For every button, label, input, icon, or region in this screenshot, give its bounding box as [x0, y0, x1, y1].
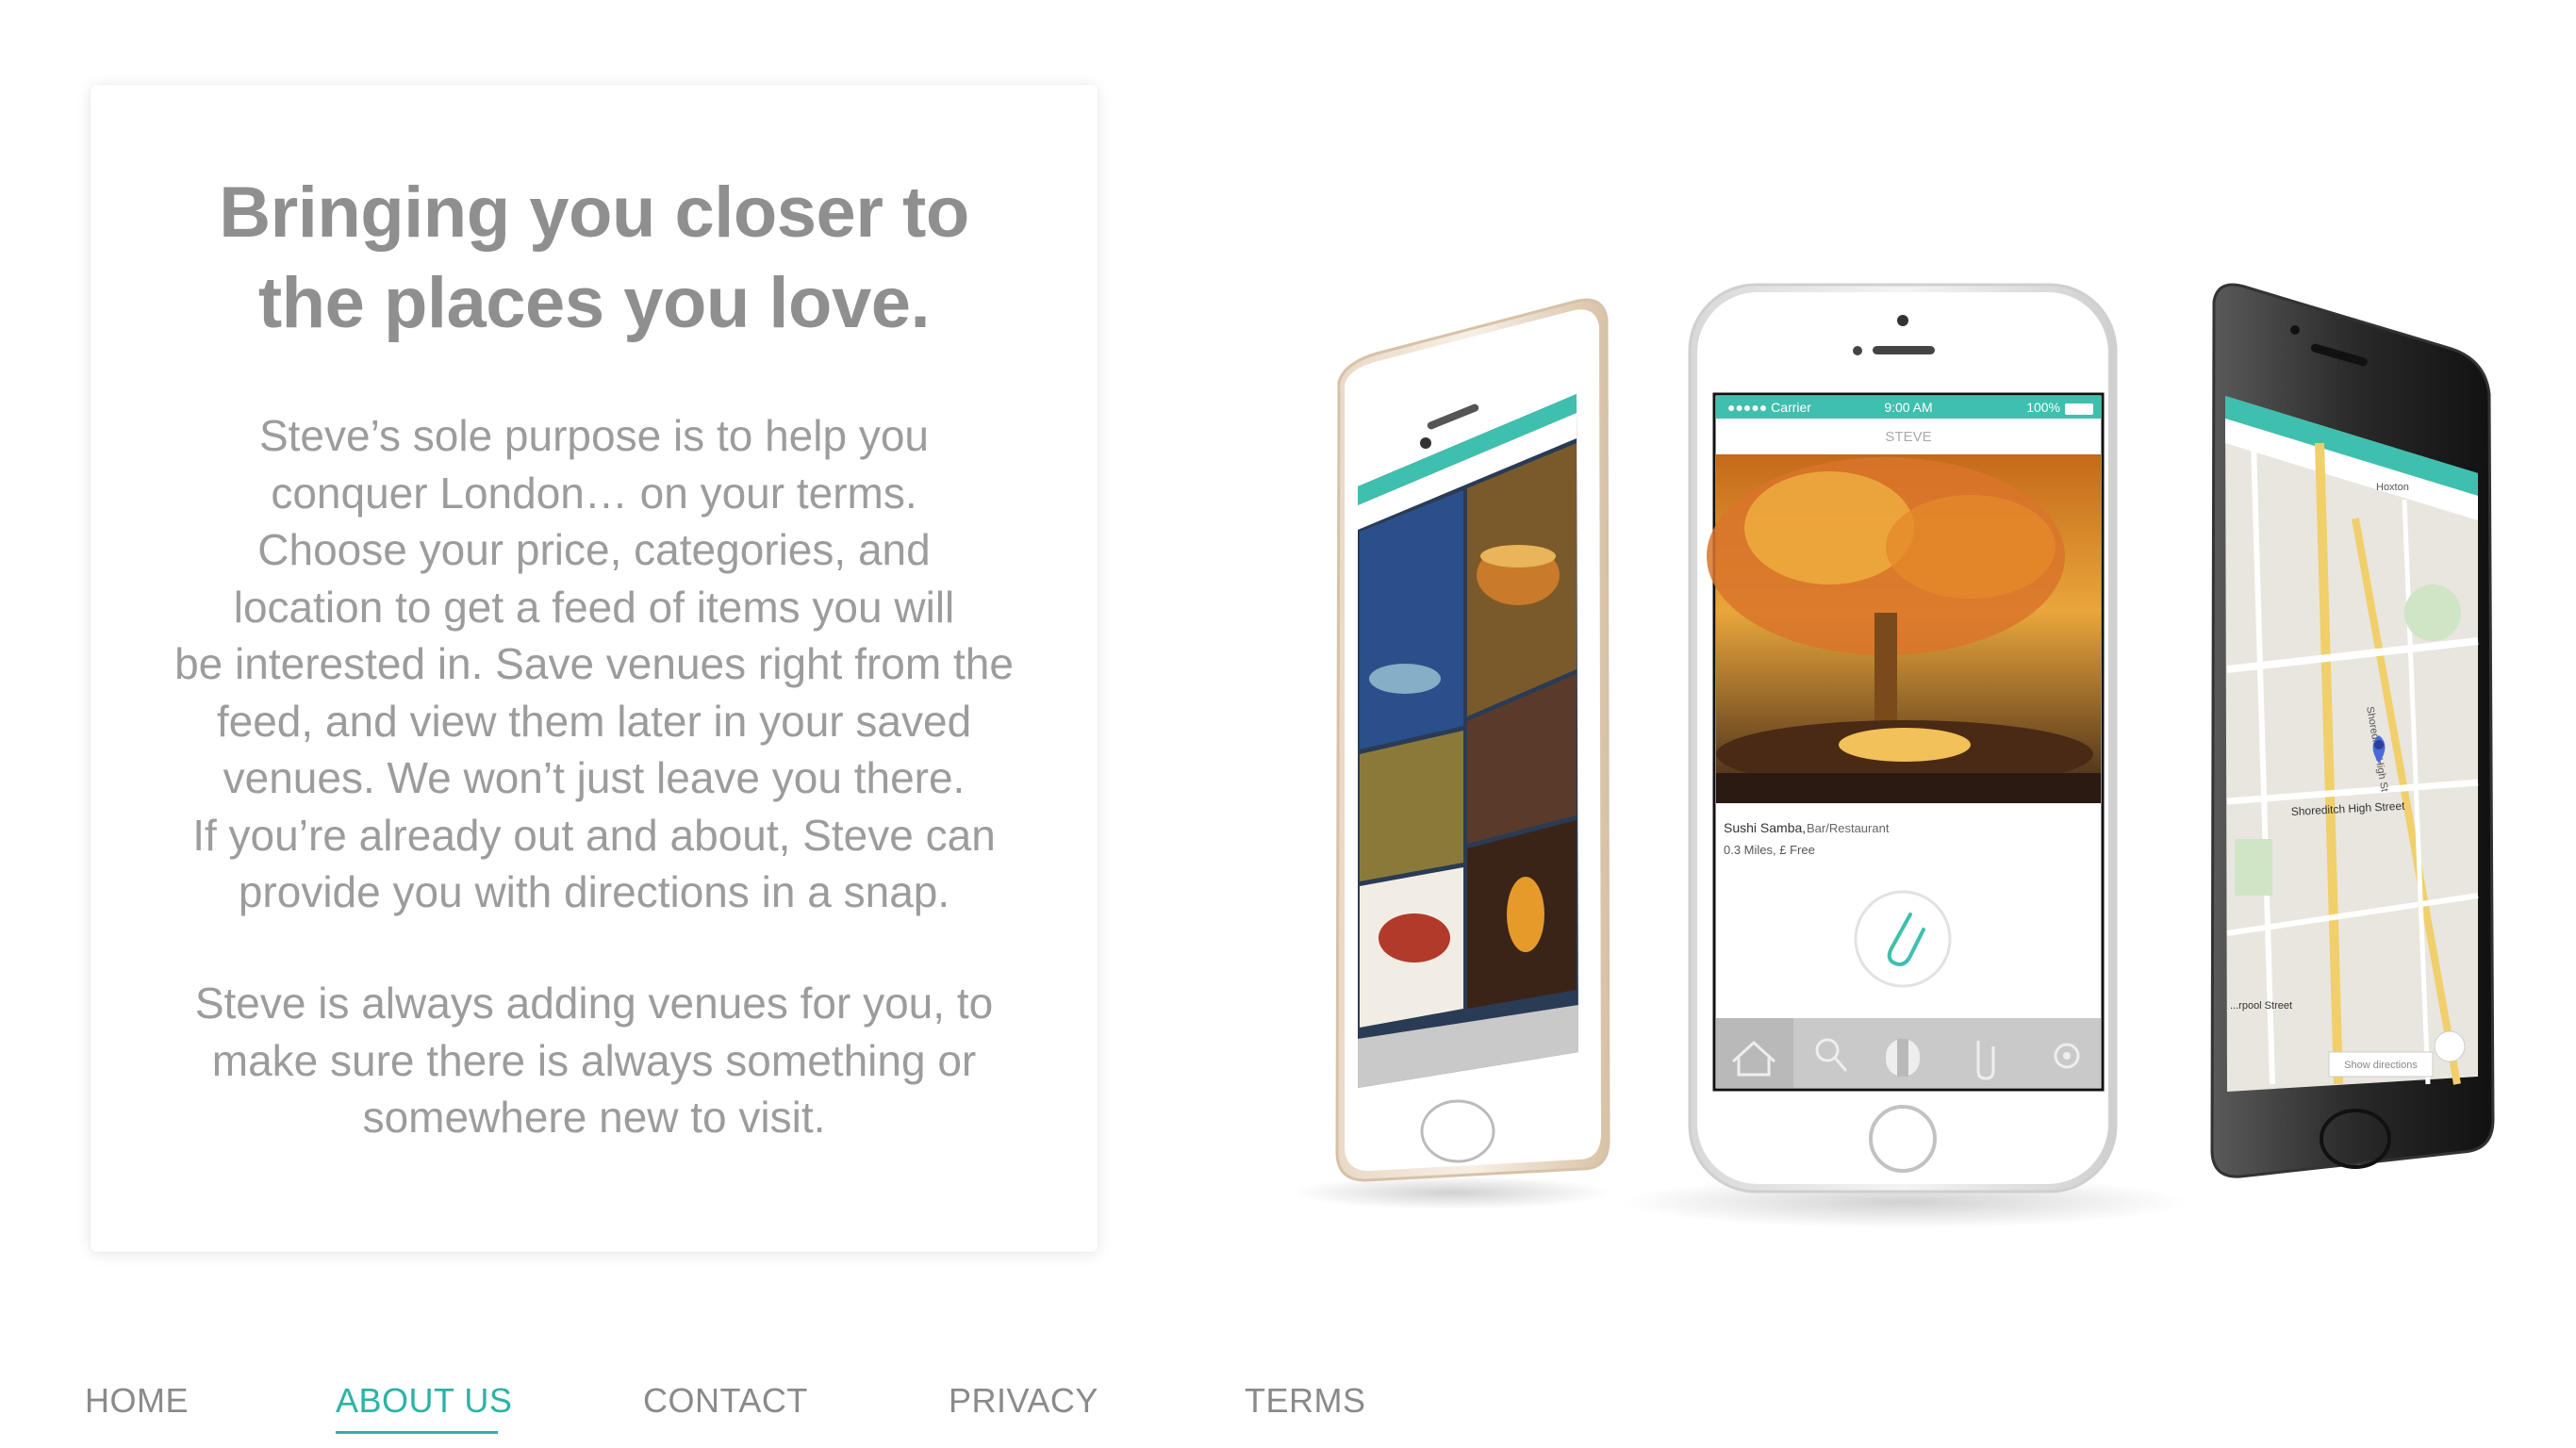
- status-battery: 100%: [2026, 400, 2060, 415]
- nav-privacy[interactable]: PRIVACY: [949, 1381, 1098, 1421]
- paragraph-line: Choose your price, categories, and: [257, 525, 931, 574]
- status-carrier: ●●●●● Carrier: [1727, 400, 1811, 415]
- paragraph-line: venues. We won’t just leave you there.: [223, 753, 966, 802]
- paragraph-line: Steve is always adding venues for you, t…: [194, 979, 994, 1028]
- about-paragraph-2: Steve is always adding venues for you, t…: [132, 975, 1056, 1146]
- paragraph-line: feed, and view them later in your saved: [216, 696, 972, 746]
- phone-right: Shoreditch High Street Shoreditch High S…: [2210, 283, 2495, 1178]
- venue-type: Bar/Restaurant: [1807, 821, 1890, 835]
- phone-mockups: ●●●●● Carrier 9:00 AM 100% STEVE Sushi S…: [1292, 283, 2495, 1228]
- app-title: STEVE: [1885, 429, 1931, 445]
- status-time: 9:00 AM: [1884, 400, 1932, 415]
- nav-terms[interactable]: TERMS: [1245, 1381, 1366, 1421]
- nav-home[interactable]: HOME: [85, 1381, 189, 1421]
- paragraph-line: location to get a feed of items you will: [233, 582, 955, 632]
- paragraph-line: Steve’s sole purpose is to help you: [258, 411, 930, 460]
- phone-left: [1335, 298, 1610, 1182]
- headline-line: Bringing you closer to: [219, 173, 969, 253]
- paragraph-line: make sure there is always something or: [211, 1035, 977, 1085]
- nav-about-us[interactable]: ABOUT US: [336, 1381, 512, 1421]
- map-liverpool-label: ...rpool Street: [2230, 1000, 2292, 1012]
- about-headline: Bringing you closer to the places you lo…: [91, 168, 1098, 349]
- venue-name: Sushi Samba,: [1724, 820, 1806, 835]
- show-directions-button[interactable]: Show directions: [2344, 1060, 2418, 1071]
- paragraph-line: be interested in. Save venues right from…: [174, 639, 1014, 688]
- map-district-label: Hoxton: [2376, 482, 2409, 493]
- about-paragraph-1: Steve’s sole purpose is to help you conq…: [132, 407, 1056, 921]
- headline-line: the places you love.: [257, 263, 931, 343]
- nav-contact[interactable]: CONTACT: [643, 1381, 808, 1421]
- paragraph-line: conquer London… on your terms.: [271, 468, 917, 518]
- active-nav-underline: [336, 1431, 498, 1434]
- paragraph-line: provide you with directions in a snap.: [238, 867, 950, 916]
- paragraph-line: If you’re already out and about, Steve c…: [192, 810, 996, 860]
- phone-center: ●●●●● Carrier 9:00 AM 100% STEVE Sushi S…: [1688, 283, 2118, 1193]
- paragraph-line: somewhere new to visit.: [362, 1093, 826, 1142]
- venue-details: 0.3 Miles, £ Free: [1724, 843, 1815, 857]
